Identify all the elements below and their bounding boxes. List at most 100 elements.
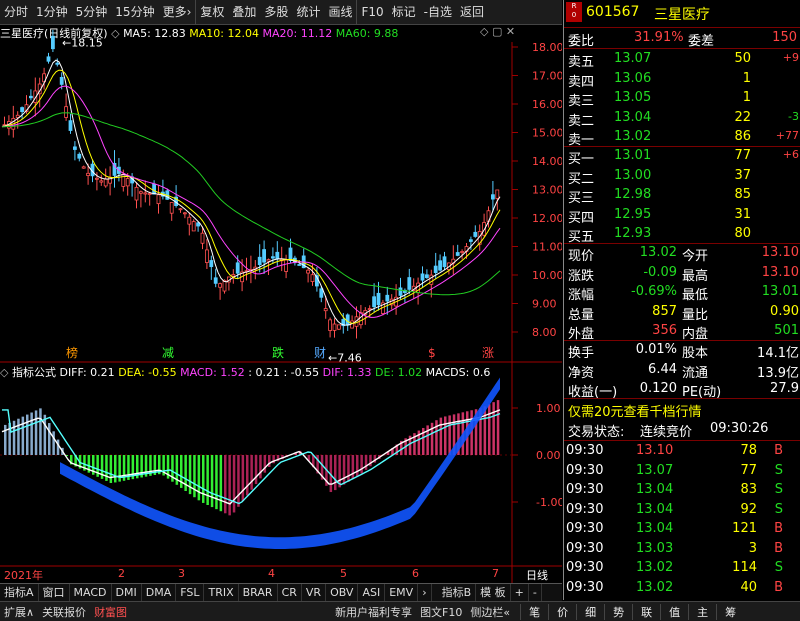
- stat-value: 0.90: [770, 304, 799, 319]
- stat-value: 13.01: [762, 284, 799, 299]
- tick-time: 09:30: [566, 521, 603, 536]
- indicator-tab[interactable]: DMI: [112, 584, 142, 601]
- promo-link[interactable]: 新用户福利专享: [331, 604, 416, 620]
- indicator-tab[interactable]: 窗口: [39, 584, 70, 601]
- quote-tab[interactable]: 价: [548, 604, 576, 620]
- event-marker[interactable]: 榜: [66, 345, 78, 360]
- indicator-tab[interactable]: OBV: [326, 584, 358, 601]
- bid-row: 买二13.0037: [564, 167, 800, 186]
- indicator-tab[interactable]: TRIX: [204, 584, 238, 601]
- kline-chart[interactable]: ←18.15←7.46榜减跌财$涨 18.0017.0016.0015.0014…: [0, 0, 562, 600]
- indicator-tab[interactable]: +: [511, 584, 529, 601]
- quote-header: R0 601567 三星医疗: [564, 2, 800, 24]
- macd-bar: [246, 455, 249, 495]
- macd-bar: [193, 455, 196, 497]
- related-quote-button[interactable]: 关联报价: [38, 604, 90, 620]
- candle: [219, 284, 222, 288]
- candle: [29, 96, 32, 98]
- stat-label: 今开: [682, 245, 708, 264]
- market-badge: R0: [566, 2, 582, 22]
- macd-bar: [211, 455, 214, 507]
- bid-label: 买一: [568, 148, 594, 167]
- macd-bar: [237, 455, 240, 507]
- candle: [104, 179, 107, 186]
- ask-price: 13.04: [614, 110, 651, 125]
- period-label[interactable]: 日线: [526, 567, 548, 583]
- quote-tab[interactable]: 筹: [716, 604, 744, 620]
- indicator-tab[interactable]: 模 板: [476, 584, 511, 601]
- indicator-tab[interactable]: MACD: [70, 584, 112, 601]
- candle: [399, 288, 402, 295]
- candle: [139, 192, 142, 194]
- event-marker[interactable]: 减: [162, 346, 174, 360]
- y-tick-label: 13.00: [532, 184, 562, 197]
- macd-bar: [206, 455, 209, 505]
- candle: [425, 275, 428, 278]
- indicator-tab[interactable]: ›: [418, 584, 431, 601]
- event-marker[interactable]: 跌: [272, 345, 284, 360]
- stat-value: 13.02: [640, 245, 677, 260]
- indicator-name[interactable]: 指标公式: [12, 366, 56, 379]
- wealth-chart-button[interactable]: 财富图: [90, 604, 131, 620]
- candle: [320, 289, 323, 297]
- candle: [135, 187, 138, 200]
- ask-row: 卖三13.051: [564, 89, 800, 108]
- indicator-tab[interactable]: FSL: [176, 584, 204, 601]
- indicator-tabs: 指标A窗口MACDDMIDMAFSLTRIXBRARCRVROBVASIEMV›…: [0, 583, 562, 601]
- ad-text[interactable]: 仅需20元查看千档行情: [568, 401, 702, 420]
- quote-tab[interactable]: 势: [604, 604, 632, 620]
- indicator-tab[interactable]: EMV: [385, 584, 418, 601]
- tick-row: 09:3013.0492S: [564, 501, 800, 520]
- macd-bar: [228, 455, 231, 515]
- indicator-tab[interactable]: CR: [278, 584, 302, 601]
- quote-tab[interactable]: 细: [576, 604, 604, 620]
- bid-price: 13.00: [614, 168, 651, 183]
- candle: [430, 275, 433, 284]
- de-label: DE: 1.02: [375, 366, 422, 379]
- indicator-expand-icon[interactable]: ◇: [0, 366, 8, 379]
- bid-volume: 85: [734, 187, 751, 202]
- tick-volume: 121: [732, 521, 757, 536]
- expand-button[interactable]: 扩展∧: [0, 604, 38, 620]
- candle: [179, 209, 182, 210]
- quote-tab[interactable]: 主: [688, 604, 716, 620]
- indicator-tab[interactable]: BRAR: [239, 584, 278, 601]
- stat-label: 最高: [682, 265, 708, 284]
- macd-y-tick-label: 1.00: [536, 402, 561, 415]
- macd-bar: [343, 455, 346, 485]
- quote-tab[interactable]: 联: [632, 604, 660, 620]
- webi-label: 委比: [568, 30, 594, 49]
- candle: [298, 264, 301, 265]
- indicator-tab[interactable]: -: [529, 584, 542, 601]
- quote-tab[interactable]: 笔: [520, 604, 548, 620]
- indicator-tab[interactable]: VR: [302, 584, 326, 601]
- sidebar-button[interactable]: 侧边栏«: [466, 604, 514, 620]
- ask-price: 13.06: [614, 71, 651, 86]
- quote-tab[interactable]: 值: [660, 604, 688, 620]
- event-marker[interactable]: 财: [314, 346, 326, 360]
- indicator-title: ◇ 指标公式 DIFF: 0.21 DEA: -0.55 MACD: 1.52 …: [0, 364, 512, 380]
- ask-label: 卖四: [568, 71, 594, 90]
- event-marker[interactable]: 涨: [482, 345, 494, 360]
- ask-volume: 86: [734, 129, 751, 144]
- tick-time: 09:30: [566, 541, 603, 556]
- indicator-tab[interactable]: 指标A: [0, 584, 39, 601]
- stat-value: 356: [652, 323, 677, 338]
- bid-volume: 80: [734, 226, 751, 241]
- indicator-tab[interactable]: DMA: [142, 584, 177, 601]
- macd-bar: [255, 455, 257, 484]
- indicator-tab[interactable]: 指标B: [438, 584, 477, 601]
- bid-label: 买三: [568, 187, 594, 206]
- stat-value: 0.01%: [636, 342, 677, 357]
- tick-price: 13.02: [636, 560, 673, 575]
- f10-button[interactable]: 图文F10: [416, 604, 466, 620]
- indicator-tab[interactable]: ASI: [358, 584, 385, 601]
- event-marker[interactable]: $: [428, 346, 436, 360]
- trade-status-label: 交易状态:: [568, 421, 624, 440]
- ask-label: 卖三: [568, 90, 594, 109]
- y-tick-label: 15.00: [532, 127, 562, 140]
- candle: [47, 57, 50, 61]
- ad-banner[interactable]: 仅需20元查看千档行情: [564, 400, 800, 419]
- macd-bar: [444, 416, 447, 455]
- candle: [236, 263, 239, 273]
